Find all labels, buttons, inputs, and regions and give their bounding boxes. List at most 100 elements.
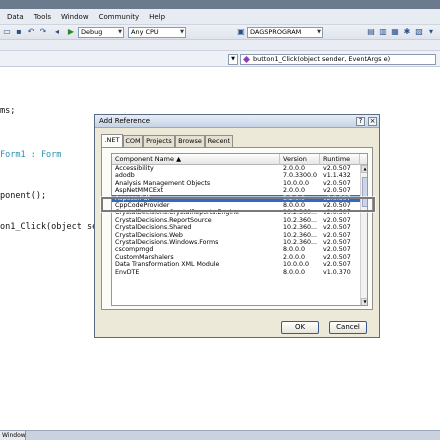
cell-name: CrystalDecisions.ReportSource <box>115 216 212 224</box>
cell-name: Accessibility <box>115 165 154 172</box>
cell-version: 7.0.3300.0 <box>283 172 318 180</box>
tab-panel: Component Name ▲ Version Runtime Accessi… <box>101 147 373 310</box>
cell-version: 2.0.0.0 <box>283 253 306 261</box>
cell-runtime: v2.0.507 <box>323 216 351 224</box>
save-icon[interactable]: ▪ <box>14 27 24 37</box>
code-navigation-bar: ▼ button1_Click(object sender, EventArgs… <box>0 51 440 67</box>
cell-name: CustomMarshalers <box>115 253 174 261</box>
cell-runtime: v1.1.432 <box>323 172 351 180</box>
column-header-runtime[interactable]: Runtime <box>320 154 360 165</box>
cell-version: 10.2.360... <box>283 239 318 246</box>
tab-projects[interactable]: Projects <box>143 135 175 147</box>
list-item[interactable]: adodb 7.0.3300.0 v1.1.432 <box>112 172 360 179</box>
code-line: ponent(); <box>0 191 47 201</box>
selection-highlight-frame <box>101 197 375 212</box>
cell-name: CrystalDecisions.Web <box>115 231 183 239</box>
menu-bar: Data Tools Window Community Help <box>0 9 440 25</box>
navigate-back-icon[interactable]: ◂ <box>52 27 62 37</box>
cell-name: Analysis Management Objects <box>115 179 211 187</box>
list-item[interactable]: cscompmgd 8.0.0.0 v2.0.507 <box>112 246 360 253</box>
start-page-icon[interactable]: ▧ <box>414 27 424 37</box>
cell-runtime: v1.0.370 <box>323 268 351 276</box>
tab-com[interactable]: COM <box>123 135 143 147</box>
type-dropdown-arrow[interactable]: ▼ <box>228 54 238 65</box>
dialog-title: Add Reference <box>99 117 151 125</box>
layout-toolbar <box>0 40 440 51</box>
cell-runtime: v2.0.507 <box>323 165 351 172</box>
cell-version: 10.2.360... <box>283 224 318 232</box>
dialog-titlebar[interactable]: Add Reference ? × <box>95 115 379 128</box>
menu-tools[interactable]: Tools <box>29 13 56 21</box>
object-browser-icon[interactable]: ▦ <box>390 27 400 37</box>
cell-name: cscompmgd <box>115 246 154 254</box>
vertical-scrollbar[interactable]: ▲ ▼ <box>360 165 367 305</box>
help-icon[interactable]: ? <box>356 117 365 126</box>
cell-version: 8.0.0.0 <box>283 246 306 254</box>
cell-version: 2.0.0.0 <box>283 187 306 195</box>
tab-dotnet[interactable]: .NET <box>101 134 123 147</box>
list-item[interactable]: CrystalDecisions.Windows.Forms 10.2.360..… <box>112 239 360 246</box>
scroll-down-icon[interactable]: ▼ <box>361 298 367 305</box>
list-item[interactable]: Accessibility 2.0.0.0 v2.0.507 <box>112 165 360 172</box>
member-select[interactable]: button1_Click(object sender, EventArgs e… <box>240 54 436 65</box>
close-icon[interactable]: × <box>368 117 377 126</box>
new-file-icon[interactable]: ▭ <box>2 27 12 37</box>
cell-name: EnvDTE <box>115 268 140 276</box>
cell-version: 10.0.0.0 <box>283 179 310 187</box>
code-line: ms; <box>0 106 16 116</box>
find-icon[interactable]: ▣ <box>236 27 246 37</box>
cell-name: CrystalDecisions.Shared <box>115 224 192 232</box>
code-line: on1_Click(object se <box>0 222 98 232</box>
add-reference-dialog: Add Reference ? × .NET COM Projects Brow… <box>94 114 380 338</box>
menu-window[interactable]: Window <box>56 13 94 21</box>
solution-explorer-icon[interactable]: ▤ <box>366 27 376 37</box>
ok-button[interactable]: OK <box>281 321 319 334</box>
list-header: Component Name ▲ Version Runtime <box>112 154 367 165</box>
standard-toolbar: ▭ ▪ ↶ ↷ ◂ ▶ Debug ▼ Any CPU ▼ ▣ DAGSPROGRA… <box>0 25 440 40</box>
toolbar-options-icon[interactable]: ▾ <box>426 27 436 37</box>
taskbar: Window <box>0 430 440 440</box>
cell-runtime: v2.0.507 <box>323 179 351 187</box>
toolbox-icon[interactable]: ✱ <box>402 27 412 37</box>
platform-select[interactable]: Any CPU ▼ <box>128 27 186 38</box>
window-tab[interactable]: Window <box>0 431 26 440</box>
menu-help[interactable]: Help <box>144 13 170 21</box>
cell-name: Data Transformation XML Module <box>115 261 220 269</box>
menu-community[interactable]: Community <box>94 13 145 21</box>
list-item[interactable]: AspNetMMCExt 2.0.0.0 v2.0.507 <box>112 187 360 194</box>
solution-config-select[interactable]: Debug ▼ <box>78 27 124 38</box>
menu-data[interactable]: Data <box>2 13 29 21</box>
list-item[interactable]: CrystalDecisions.ReportSource 10.2.360...… <box>112 217 360 224</box>
cell-name: adodb <box>115 172 135 180</box>
cell-runtime: v2.0.507 <box>323 224 351 232</box>
cell-version: 8.0.0.0 <box>283 268 306 276</box>
list-item[interactable]: Analysis Management Objects 10.0.0.0 v2.0.… <box>112 180 360 187</box>
cancel-button[interactable]: Cancel <box>329 321 367 334</box>
cell-runtime: v2.0.507 <box>323 231 351 239</box>
undo-icon[interactable]: ↶ <box>26 27 36 37</box>
tab-recent[interactable]: Recent <box>205 135 233 147</box>
list-item[interactable]: CrystalDecisions.Web 10.2.360... v2.0.507 <box>112 232 360 239</box>
tab-browse[interactable]: Browse <box>175 135 205 147</box>
list-item[interactable]: Data Transformation XML Module 10.0.0.0 v2… <box>112 261 360 268</box>
sort-ascending-icon: ▲ <box>176 155 182 163</box>
scroll-up-icon[interactable]: ▲ <box>361 165 367 173</box>
cell-runtime: v2.0.507 <box>323 246 351 254</box>
column-header-name[interactable]: Component Name ▲ <box>112 154 280 165</box>
cell-runtime: v2.0.507 <box>323 239 351 246</box>
window-title-strip <box>0 0 440 9</box>
cell-runtime: v2.0.507 <box>323 187 351 195</box>
method-icon <box>243 56 250 63</box>
find-project-combo[interactable]: DAGSPROGRAM ▼ <box>247 27 323 38</box>
component-list[interactable]: Component Name ▲ Version Runtime Accessi… <box>111 153 368 306</box>
code-line-class: Form1 : Form <box>0 150 61 160</box>
properties-icon[interactable]: ▥ <box>378 27 388 37</box>
list-item[interactable]: CustomMarshalers 2.0.0.0 v2.0.507 <box>112 254 360 261</box>
redo-icon[interactable]: ↷ <box>38 27 48 37</box>
column-header-version[interactable]: Version <box>280 154 320 165</box>
list-item[interactable]: CrystalDecisions.Shared 10.2.360... v2.0.5… <box>112 224 360 231</box>
start-debug-icon[interactable]: ▶ <box>66 27 76 37</box>
cell-version: 2.0.0.0 <box>283 165 306 172</box>
list-item[interactable]: EnvDTE 8.0.0.0 v1.0.370 <box>112 269 360 276</box>
cell-version: 10.2.360... <box>283 216 318 224</box>
